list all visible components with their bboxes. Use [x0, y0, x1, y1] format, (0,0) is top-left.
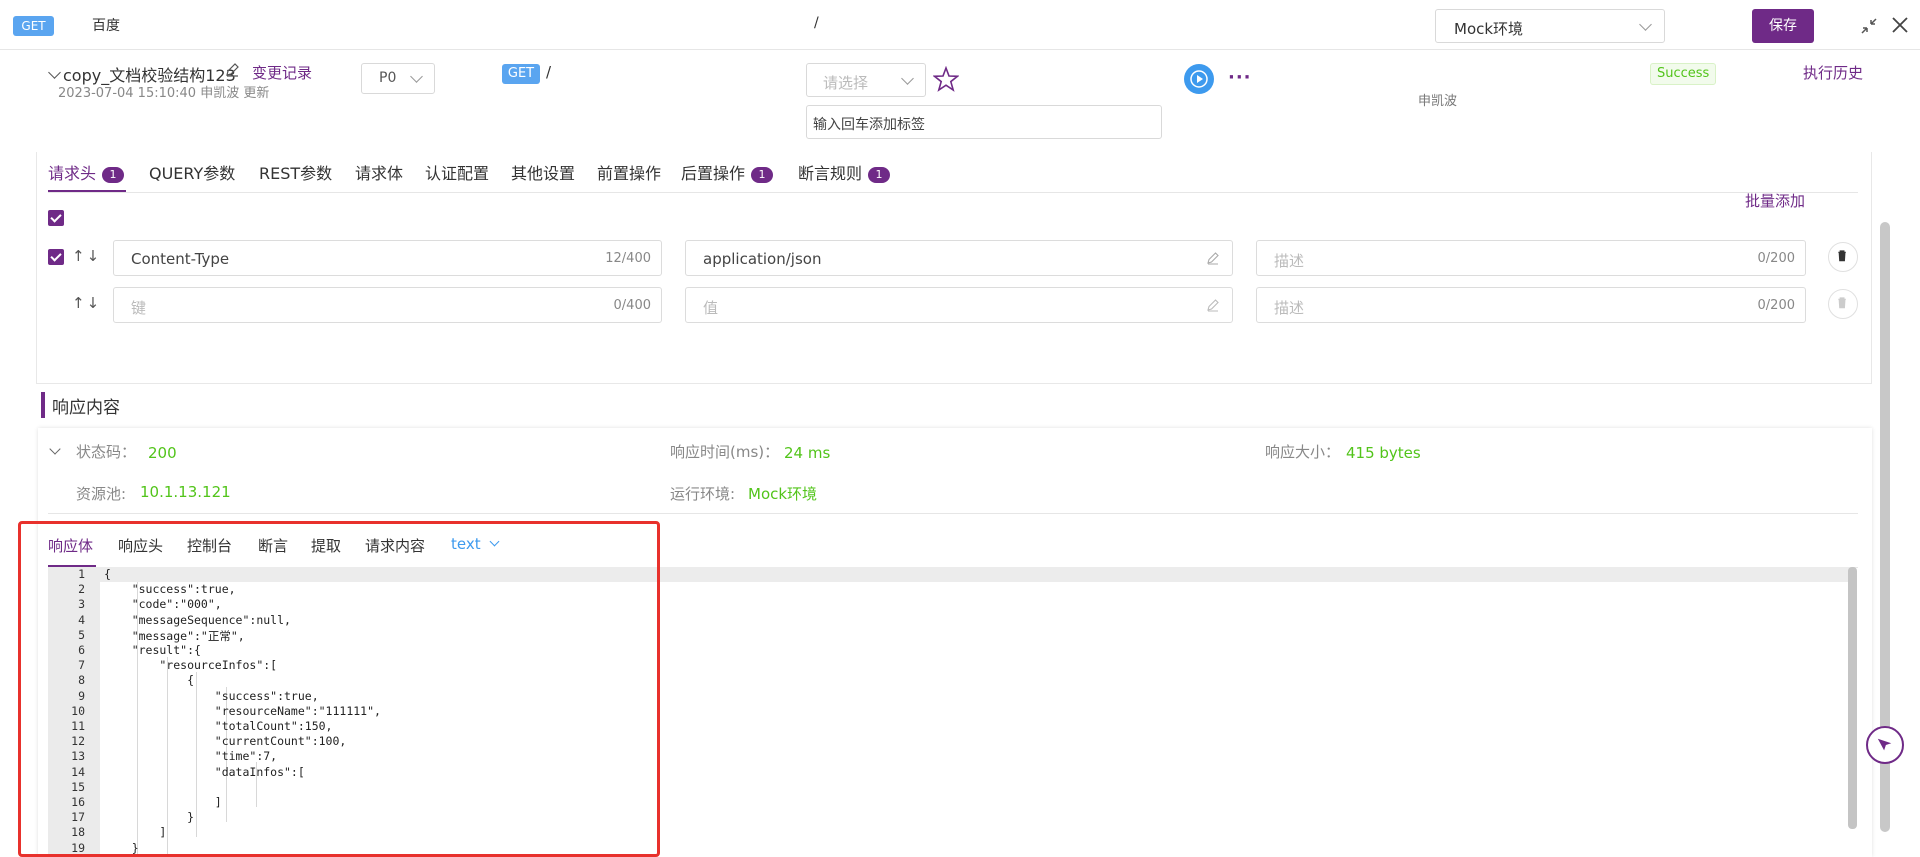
header-value-input[interactable]: application/json	[685, 240, 1233, 276]
method-badge: GET	[13, 16, 54, 36]
chevron-down-icon	[410, 70, 423, 83]
tab-other-settings[interactable]: 其他设置	[511, 160, 575, 184]
tab-post-operations[interactable]: 后置操作 1	[681, 160, 774, 184]
char-count: 0/200	[1757, 298, 1795, 313]
resource-pool-label: 资源池:	[76, 485, 127, 503]
more-icon[interactable]: ···	[1228, 67, 1252, 88]
row-checkbox[interactable]	[48, 249, 64, 265]
header-key-input[interactable]: 键 0/400	[113, 287, 662, 323]
tab-request-headers[interactable]: 请求头 1	[48, 160, 125, 184]
run-env-value: Mock环境	[748, 485, 818, 503]
count-badge: 1	[868, 167, 891, 183]
close-icon[interactable]	[1890, 15, 1910, 35]
star-icon[interactable]	[933, 66, 959, 92]
header-description-input[interactable]: 描述 0/200	[1256, 287, 1806, 323]
environment-select[interactable]: Mock环境	[1435, 9, 1665, 43]
chevron-down-icon	[901, 72, 914, 85]
run-icon[interactable]	[1184, 64, 1214, 94]
change-log-link[interactable]: 变更记录	[252, 62, 312, 83]
status-badge: Success	[1650, 63, 1717, 85]
collapse-icon[interactable]	[1860, 17, 1878, 35]
response-time-value: 24 ms	[784, 444, 831, 462]
priority-select[interactable]: P0	[361, 63, 435, 94]
tab-pre-operations[interactable]: 前置操作	[597, 160, 661, 184]
tab-query-params[interactable]: QUERY参数	[149, 160, 235, 184]
key-placeholder: 键	[131, 299, 147, 317]
resource-pool-value: 10.1.13.121	[140, 483, 231, 501]
edit-icon[interactable]	[224, 62, 240, 78]
update-meta: 2023-07-04 15:10:40 申凯波 更新	[58, 86, 270, 101]
chevron-down-icon[interactable]	[48, 66, 61, 79]
sort-arrows-icon[interactable]: ↑↓	[72, 294, 101, 312]
tab-rest-params[interactable]: REST参数	[259, 160, 332, 184]
count-badge: 1	[102, 167, 125, 183]
char-count: 0/200	[1757, 251, 1795, 266]
response-size-label: 响应大小：	[1265, 443, 1341, 461]
sort-arrows-icon[interactable]: ↑↓	[72, 247, 101, 265]
bulk-add-button[interactable]: 批量添加	[1745, 190, 1805, 211]
header-key-value: Content-Type	[131, 250, 230, 268]
value-placeholder: 值	[703, 299, 719, 317]
header-description-input[interactable]: 描述 0/200	[1256, 240, 1806, 276]
tab-auth-config[interactable]: 认证配置	[425, 160, 489, 184]
editor-scrollbar[interactable]	[1848, 567, 1857, 829]
trash-icon	[1838, 297, 1846, 309]
url-path: /	[546, 63, 552, 81]
status-code-value: 200	[148, 444, 177, 462]
api-path: /	[814, 15, 819, 31]
tab-request-body[interactable]: 请求体	[355, 160, 403, 184]
response-size-value: 415 bytes	[1346, 444, 1421, 462]
delete-row-button[interactable]	[1828, 242, 1858, 272]
compass-icon[interactable]	[1866, 726, 1904, 764]
navigation-icon	[1877, 738, 1892, 751]
top-bar: GET 百度 / Mock环境 保存	[0, 0, 1920, 50]
count-badge: 1	[751, 167, 774, 183]
char-count: 12/400	[605, 251, 651, 266]
run-env-label: 运行环境:	[670, 485, 736, 503]
response-heading: 响应内容	[52, 398, 120, 418]
header-value-input[interactable]: 值	[685, 287, 1233, 323]
tab-assertion-rules[interactable]: 断言规则 1	[798, 160, 891, 184]
divider	[48, 513, 1858, 514]
environment-value: Mock环境	[1454, 20, 1524, 38]
header-value-value: application/json	[703, 250, 822, 268]
response-time-label: 响应时间(ms)：	[670, 443, 780, 461]
chevron-down-icon	[1639, 18, 1652, 31]
header-key-input[interactable]: Content-Type 12/400	[113, 240, 662, 276]
description-placeholder: 描述	[1274, 299, 1305, 317]
tag-select-placeholder: 请选择	[823, 74, 869, 92]
select-all-checkbox[interactable]	[48, 210, 64, 226]
pencil-icon[interactable]	[1206, 298, 1220, 312]
description-placeholder: 描述	[1274, 252, 1305, 270]
status-code-label: 状态码：	[76, 443, 137, 461]
tag-select[interactable]: 请选择	[806, 63, 926, 97]
trash-icon	[1838, 250, 1846, 262]
pencil-icon[interactable]	[1206, 251, 1220, 265]
execution-history-link[interactable]: 执行历史	[1803, 62, 1863, 83]
delete-row-button[interactable]	[1828, 289, 1858, 319]
tag-input-placeholder: 输入回车添加标签	[813, 117, 925, 133]
char-count: 0/400	[613, 298, 651, 313]
play-icon	[1190, 70, 1208, 88]
runner-name: 申凯波	[1418, 94, 1458, 109]
method-badge: GET	[502, 64, 540, 84]
highlight-box	[18, 521, 660, 857]
save-button[interactable]: 保存	[1752, 9, 1814, 43]
section-accent	[41, 392, 45, 418]
api-title[interactable]: 百度	[92, 15, 120, 35]
tag-input[interactable]: 输入回车添加标签	[806, 105, 1162, 139]
priority-value: P0	[379, 70, 397, 86]
divider	[48, 192, 1858, 193]
